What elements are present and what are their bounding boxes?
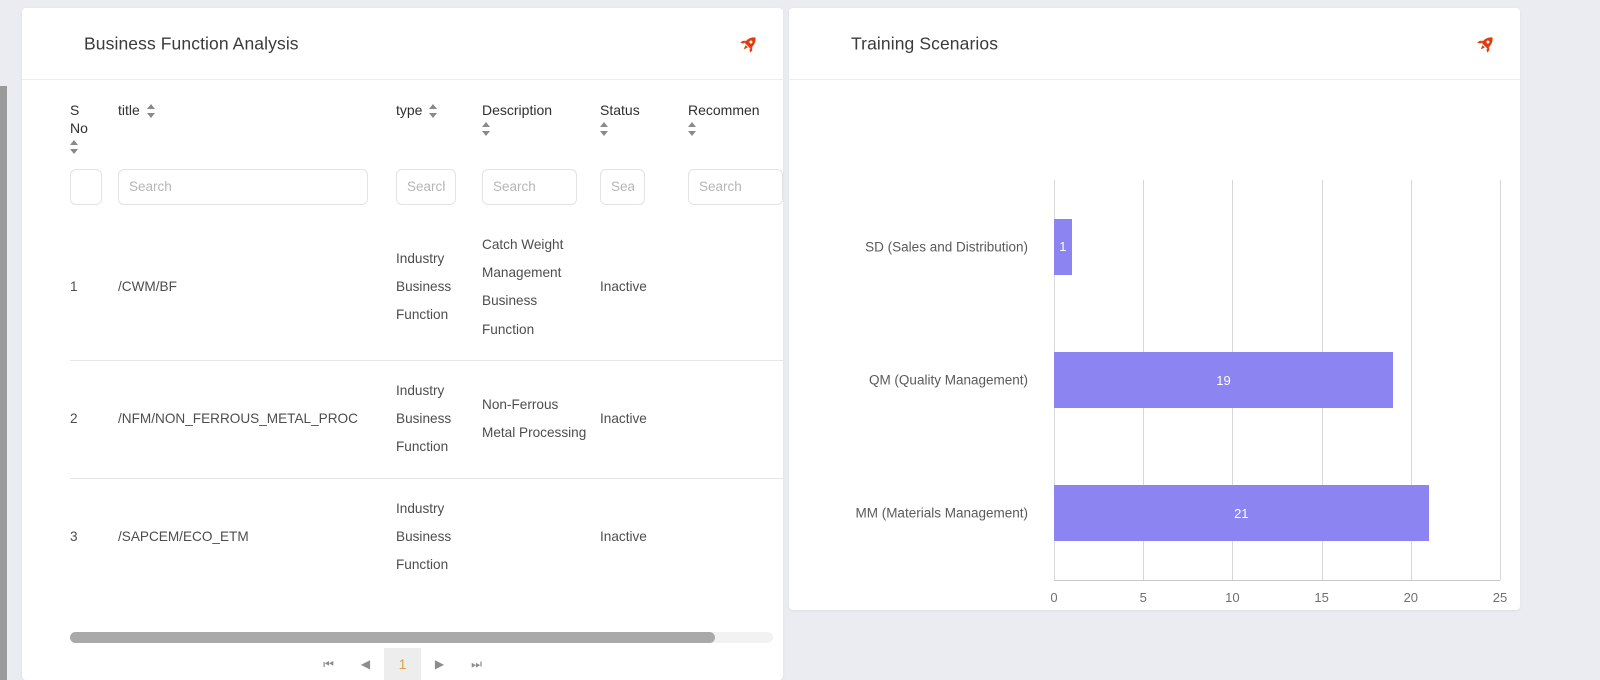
column-header-description-label: Description	[482, 102, 552, 118]
cell-sno: 2	[70, 360, 118, 478]
sort-icon-type[interactable]	[429, 104, 438, 118]
column-header-status-label: Status	[600, 102, 640, 118]
cell-recommendation	[688, 360, 783, 478]
pagination: ⏮ ◀ 1 ▶ ⏭	[22, 648, 783, 680]
pagination-last-button[interactable]: ⏭	[458, 648, 495, 680]
column-header-description[interactable]: Description	[482, 80, 600, 165]
search-input-recommendation[interactable]	[688, 169, 783, 205]
page-scrollbar-thumb[interactable]	[0, 86, 7, 680]
column-header-sno-label: S No	[70, 102, 88, 138]
column-header-type-label: type	[396, 102, 422, 120]
business-function-analysis-card: Business Function Analysis	[22, 8, 783, 680]
chart-x-tick-label: 15	[1314, 590, 1328, 605]
cell-sno: 1	[70, 215, 118, 361]
column-header-title[interactable]: title	[118, 80, 396, 165]
filter-cell-title	[118, 165, 396, 215]
chart-category-label: SD (Sales and Distribution)	[865, 239, 1028, 254]
chart-bar[interactable]: 1	[1054, 219, 1072, 275]
column-header-recommendation[interactable]: Recommen	[688, 80, 783, 165]
page-scrollbar[interactable]	[0, 0, 7, 680]
cell-title: /SAPCEM/ECO_ETM	[118, 478, 396, 595]
table-header-row: S No title type	[70, 80, 783, 165]
cell-status: Inactive	[600, 215, 688, 361]
chart-x-tick-label: 5	[1140, 590, 1147, 605]
pagination-page-1[interactable]: 1	[384, 648, 421, 680]
cell-type: Industry Business Function	[396, 478, 482, 595]
chart-x-axis	[1054, 580, 1500, 581]
chart-category-label: MM (Materials Management)	[855, 506, 1028, 521]
chart-x-tick-label: 10	[1225, 590, 1239, 605]
training-scenarios-chart: 0 5 10 15 20 25 1 SD (Sales and Distribution) 19…	[789, 80, 1520, 610]
search-input-sno[interactable]	[70, 169, 102, 205]
pagination-first-button[interactable]: ⏮	[310, 648, 347, 680]
table-row[interactable]: 1 /CWM/BF Industry Business Function Cat…	[70, 215, 783, 361]
pagination-next-button[interactable]: ▶	[421, 648, 458, 680]
sort-icon-description[interactable]	[482, 122, 491, 136]
filter-cell-description	[482, 165, 600, 215]
column-header-sno[interactable]: S No	[70, 80, 118, 165]
cell-type: Industry Business Function	[396, 215, 482, 361]
search-input-type[interactable]	[396, 169, 456, 205]
cell-status: Inactive	[600, 360, 688, 478]
cell-type: Industry Business Function	[396, 360, 482, 478]
search-input-title[interactable]	[118, 169, 368, 205]
table-horizontal-scrollbar[interactable]	[70, 632, 773, 643]
chart-title: Training Scenarios	[851, 33, 998, 54]
chart-bar[interactable]: 21	[1054, 485, 1429, 541]
rocket-icon[interactable]	[735, 30, 763, 58]
cell-recommendation	[688, 478, 783, 595]
chart-bar-value-label: 1	[1059, 239, 1066, 254]
page-title: Business Function Analysis	[84, 33, 299, 54]
cell-title: /NFM/NON_FERROUS_METAL_PROC	[118, 360, 396, 478]
cell-description: Non-Ferrous Metal Processing	[482, 360, 600, 478]
chart-gridline	[1500, 180, 1501, 580]
chart-category-label: QM (Quality Management)	[869, 373, 1028, 388]
right-card-header: Training Scenarios	[789, 8, 1520, 80]
training-scenarios-card: Training Scenarios 0 5 10 15 20 25 1 SD (Sales …	[789, 8, 1520, 610]
column-header-title-label: title	[118, 102, 140, 120]
filter-cell-type	[396, 165, 482, 215]
chart-bar-value-label: 19	[1216, 373, 1230, 388]
search-input-description[interactable]	[482, 169, 577, 205]
sort-icon-recommendation[interactable]	[688, 122, 697, 136]
filter-cell-sno	[70, 165, 118, 215]
cell-sno: 3	[70, 478, 118, 595]
column-header-status[interactable]: Status	[600, 80, 688, 165]
chart-x-tick-label: 25	[1493, 590, 1507, 605]
sort-icon-title[interactable]	[147, 104, 156, 118]
cell-description	[482, 478, 600, 595]
business-function-table: S No title type	[70, 80, 783, 595]
table-row[interactable]: 2 /NFM/NON_FERROUS_METAL_PROC Industry B…	[70, 360, 783, 478]
cell-status: Inactive	[600, 478, 688, 595]
search-input-status[interactable]	[600, 169, 645, 205]
table-horizontal-scrollbar-thumb[interactable]	[70, 632, 715, 643]
left-card-header: Business Function Analysis	[22, 8, 783, 80]
cell-description: Catch Weight Management Business Functio…	[482, 215, 600, 361]
chart-bar[interactable]: 19	[1054, 352, 1393, 408]
column-header-recommendation-label: Recommen	[688, 102, 760, 118]
rocket-icon[interactable]	[1472, 30, 1500, 58]
chart-x-tick-label: 0	[1050, 590, 1057, 605]
chart-x-tick-label: 20	[1404, 590, 1418, 605]
column-header-type[interactable]: type	[396, 80, 482, 165]
filter-cell-status	[600, 165, 688, 215]
cell-title: /CWM/BF	[118, 215, 396, 361]
chart-bar-value-label: 21	[1234, 506, 1248, 521]
table-row[interactable]: 3 /SAPCEM/ECO_ETM Industry Business Func…	[70, 478, 783, 595]
dashboard-page: Business Function Analysis	[0, 0, 1600, 680]
filter-cell-recommendation	[688, 165, 783, 215]
business-function-table-region: S No title type	[22, 80, 783, 631]
sort-icon-status[interactable]	[600, 122, 609, 136]
cell-recommendation	[688, 215, 783, 361]
table-filter-row	[70, 165, 783, 215]
sort-icon-sno[interactable]	[70, 140, 79, 154]
chart-plot-area: 05101520251SD (Sales and Distribution)19…	[1054, 180, 1500, 580]
pagination-prev-button[interactable]: ◀	[347, 648, 384, 680]
